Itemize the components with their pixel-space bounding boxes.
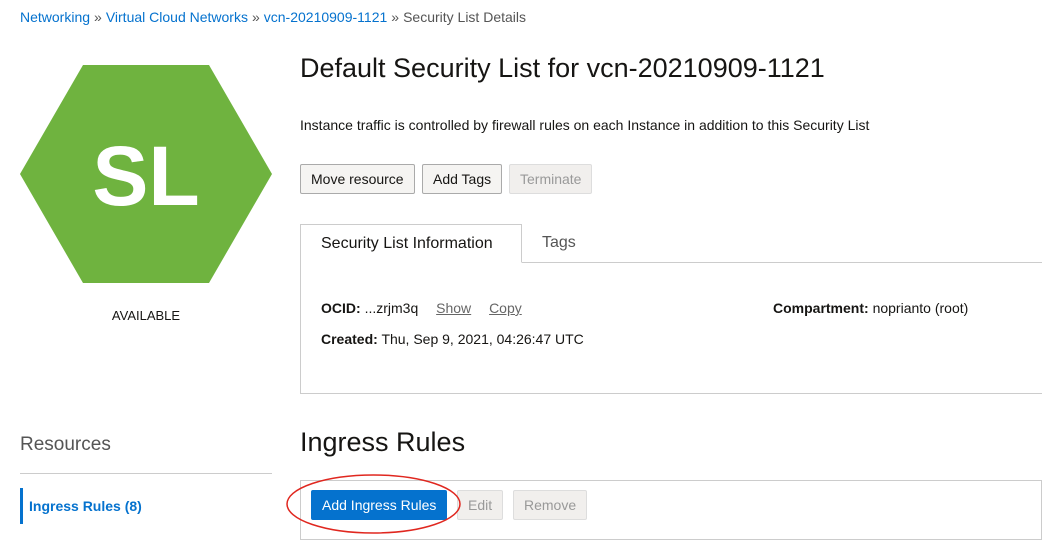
info-panel <box>300 262 1042 394</box>
tab-security-list-information[interactable]: Security List Information <box>300 224 522 263</box>
page-title: Default Security List for vcn-20210909-1… <box>300 53 825 83</box>
compartment-value: noprianto (root) <box>872 300 969 316</box>
hexagon-icon: SL <box>20 65 272 283</box>
resource-initials: SL <box>92 129 199 223</box>
ocid-row: OCID: ...zrjm3q Show Copy <box>321 300 522 316</box>
created-value: Thu, Sep 9, 2021, 04:26:47 UTC <box>381 331 584 347</box>
page-description: Instance traffic is controlled by firewa… <box>300 117 870 133</box>
ocid-copy-link[interactable]: Copy <box>489 300 522 316</box>
highlight-ellipse <box>286 474 461 534</box>
ingress-rules-title: Ingress Rules <box>300 427 466 457</box>
resources-divider <box>20 473 272 474</box>
tab-tags[interactable]: Tags <box>542 224 576 263</box>
move-resource-button[interactable]: Move resource <box>300 164 415 194</box>
breadcrumb-current: Security List Details <box>403 9 527 25</box>
created-label: Created: <box>321 331 378 347</box>
sidebar-item-ingress-rules[interactable]: Ingress Rules (8) <box>20 488 272 524</box>
ocid-show-link[interactable]: Show <box>436 300 471 316</box>
compartment-row: Compartment: noprianto (root) <box>773 300 968 316</box>
breadcrumb-separator: » <box>251 9 260 25</box>
remove-button[interactable]: Remove <box>513 490 588 520</box>
created-row: Created: Thu, Sep 9, 2021, 04:26:47 UTC <box>321 331 584 347</box>
ocid-label: OCID: <box>321 300 361 316</box>
breadcrumb-vcn[interactable]: vcn-20210909-1121 <box>264 9 388 25</box>
resources-title: Resources <box>20 434 111 455</box>
breadcrumb-separator: » <box>94 9 102 25</box>
add-tags-button[interactable]: Add Tags <box>422 164 503 194</box>
compartment-label: Compartment: <box>773 300 869 316</box>
breadcrumb-vcns[interactable]: Virtual Cloud Networks <box>106 9 248 25</box>
breadcrumb-separator: » <box>391 9 400 25</box>
ocid-value: ...zrjm3q <box>364 300 419 316</box>
breadcrumb: Networking» Virtual Cloud Networks» vcn-20… <box>20 9 526 25</box>
breadcrumb-networking[interactable]: Networking <box>20 9 90 25</box>
terminate-button[interactable]: Terminate <box>509 164 593 194</box>
edit-button[interactable]: Edit <box>457 490 504 520</box>
status-label: AVAILABLE <box>111 308 181 323</box>
